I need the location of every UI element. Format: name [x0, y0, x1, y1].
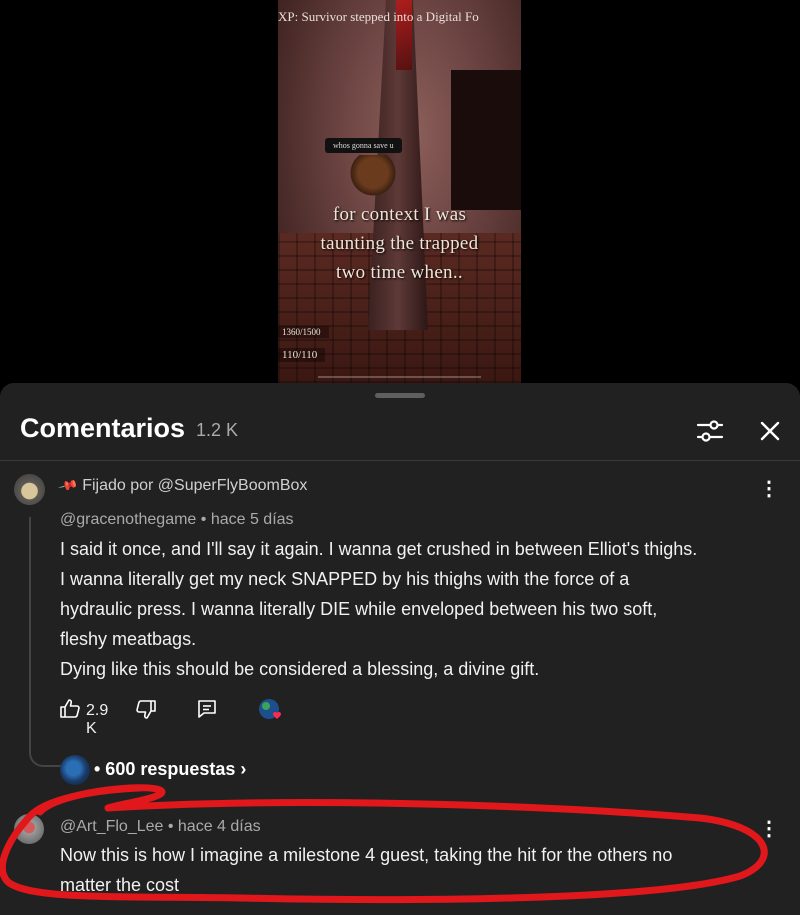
- video-caption-line: taunting the trapped: [320, 233, 479, 254]
- drag-handle[interactable]: [375, 393, 425, 398]
- video-game-title: XP: Survivor stepped into a Digital Fo: [278, 9, 479, 24]
- like-count: 2.9 K: [86, 702, 109, 737]
- comment-line: matter the cost: [60, 875, 180, 895]
- more-options-button[interactable]: ⋮: [757, 817, 781, 841]
- comment-line: fleshy meatbags.: [60, 629, 197, 649]
- avatar[interactable]: [14, 814, 44, 844]
- more-options-button[interactable]: ⋮: [757, 477, 781, 501]
- thumbs-up-icon: [60, 699, 80, 718]
- dislike-button[interactable]: [134, 697, 158, 726]
- comment-text: Now this is how I imagine a milestone 4 …: [60, 840, 780, 900]
- comments-count: 1.2 K: [196, 420, 239, 440]
- comment-meta[interactable]: @gracenothegame • hace 5 días: [60, 511, 294, 529]
- creator-heart-icon: [259, 699, 281, 719]
- close-icon: [760, 421, 780, 441]
- reply-button[interactable]: [195, 697, 219, 726]
- comments-title: Comentarios: [20, 413, 186, 443]
- replies-count: • 600 respuestas ›: [94, 759, 247, 779]
- video-caption-line: for context I was: [332, 204, 467, 225]
- thumbs-down-icon: [136, 700, 156, 719]
- comment-line: I wanna literally get my neck SNAPPED by…: [60, 569, 630, 589]
- video-wall: [451, 70, 521, 210]
- avatar[interactable]: [14, 474, 45, 505]
- comment-line: Dying like this should be considered a b…: [60, 659, 540, 679]
- reply-icon: [198, 700, 216, 718]
- comments-panel: Comentarios 1.2 K 📌 Fijado por @SuperFlyB…: [0, 383, 800, 915]
- video-caption: for context I was taunting the trapped t…: [278, 200, 521, 287]
- comment-text: I said it once, and I'll say it again. I…: [60, 534, 780, 684]
- like-button[interactable]: [58, 697, 82, 726]
- video-stat-stamina: 1360/1500: [278, 326, 329, 338]
- video-speech-bubble: whos gonna save u: [325, 138, 402, 153]
- video-character: [348, 155, 398, 200]
- replier-avatar: [60, 755, 90, 785]
- sliders-icon: [696, 420, 724, 442]
- pinned-text: Fijado por @SuperFlyBoomBox: [82, 477, 308, 494]
- pinned-label: 📌 Fijado por @SuperFlyBoomBox: [57, 475, 308, 497]
- video-player[interactable]: XP: Survivor stepped into a Digital Fo w…: [278, 0, 521, 383]
- comment-line: Now this is how I imagine a milestone 4 …: [60, 845, 673, 865]
- close-button[interactable]: [754, 415, 786, 447]
- comment-line: hydraulic press. I wanna literally DIE w…: [60, 599, 658, 619]
- thread-line: [29, 517, 61, 767]
- sort-filter-button[interactable]: [694, 415, 726, 447]
- comment-meta[interactable]: @Art_Flo_Lee • hace 4 días: [60, 818, 261, 836]
- video-progress-bar[interactable]: [318, 376, 481, 378]
- video-caption-line: two time when..: [336, 262, 463, 283]
- creator-heart-badge: [258, 698, 284, 724]
- header-divider: [0, 460, 800, 461]
- comment-line: I said it once, and I'll say it again. I…: [60, 539, 698, 559]
- pin-icon: 📌: [57, 475, 80, 497]
- video-stat-health: 110/110: [278, 348, 326, 362]
